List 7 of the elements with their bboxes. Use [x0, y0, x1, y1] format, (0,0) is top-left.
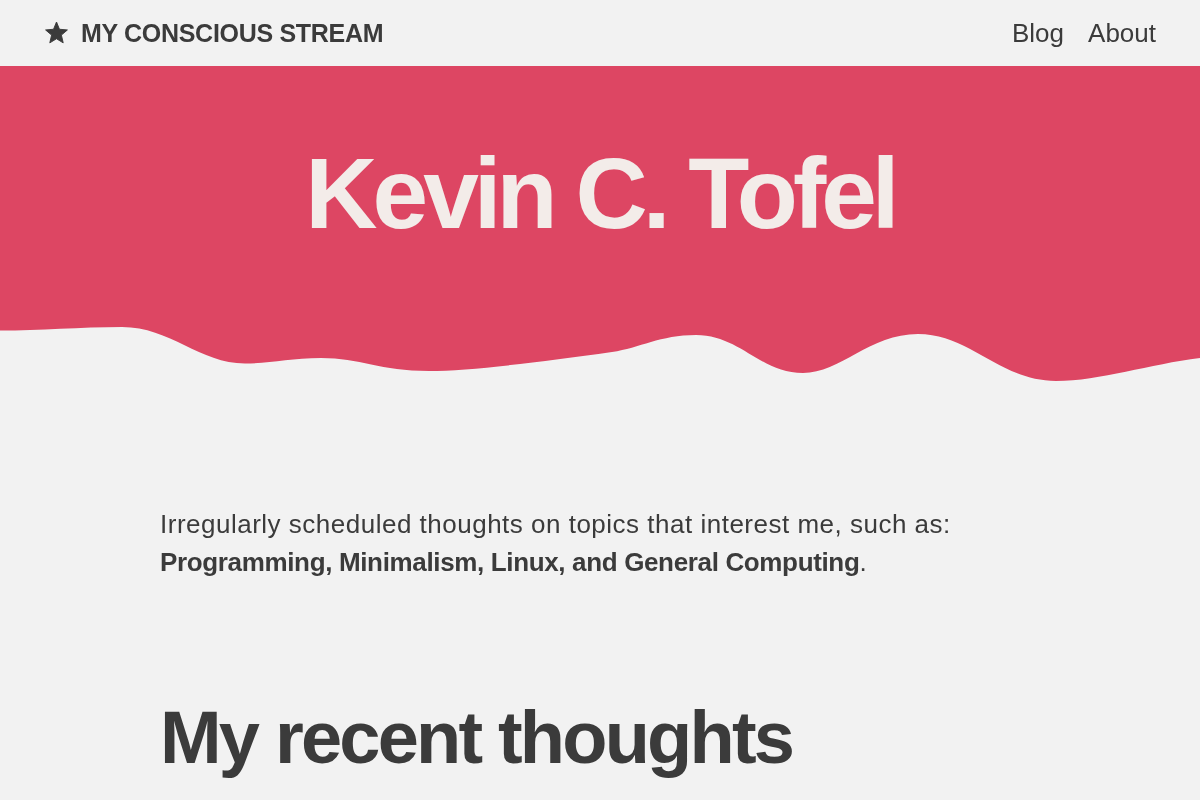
section-heading: My recent thoughts — [160, 697, 794, 779]
site-title-link[interactable]: MY CONSCIOUS STREAM — [81, 18, 384, 48]
nav-link[interactable]: About — [1088, 17, 1156, 49]
intro-paragraph: Irregularly scheduled thoughts on topics that interest me, such as: Programming, Minimalism, Linux, and General Computing. — [160, 508, 952, 579]
nav-link[interactable]: Blog — [1012, 17, 1065, 49]
star-icon — [45, 22, 68, 44]
hero-title: Kevin C. Tofel — [305, 143, 895, 243]
